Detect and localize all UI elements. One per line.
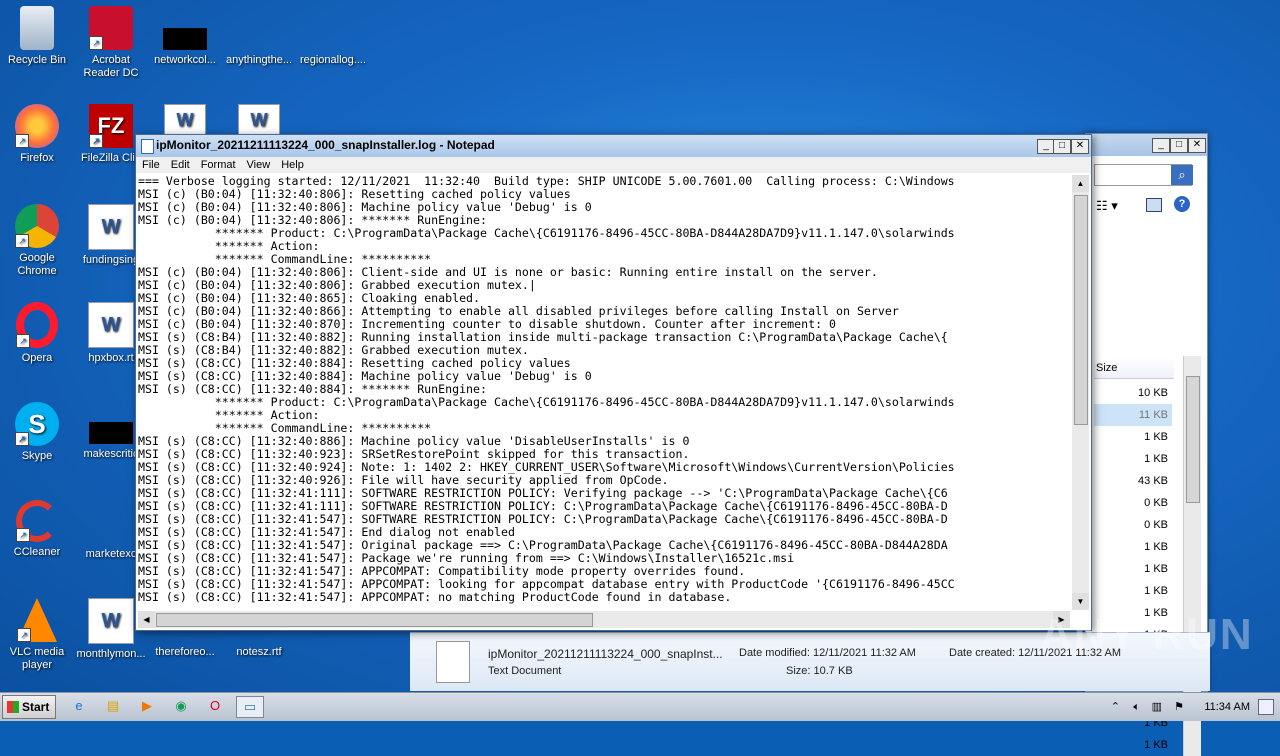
desktop-icon-chrome[interactable]: ↗ Google Chrome (0, 204, 74, 278)
minimize-button[interactable]: _ (1152, 138, 1170, 153)
file-thumbnail-icon (163, 28, 207, 50)
window-title: ipMonitor_20211211113224_000_snapInstall… (156, 138, 495, 152)
text-editor[interactable]: === Verbose logging started: 12/11/2021 … (138, 175, 1070, 608)
desktop-icon-recycle-bin[interactable]: Recycle Bin (0, 6, 74, 67)
file-thumbnail-icon (89, 422, 133, 444)
horizontal-scrollbar[interactable]: ◀ ▶ (138, 611, 1070, 628)
taskbar-media-player-icon[interactable]: ▶ (134, 696, 160, 716)
taskbar-explorer-icon[interactable]: ▤ (100, 696, 126, 716)
desktop-icon-skype[interactable]: S ↗ Skype (0, 402, 74, 463)
desktop-icon-opera[interactable]: ↗ Opera (0, 302, 74, 365)
log-line: MSI (s) (C8:CC) [11:32:41:547]: APPCOMPA… (138, 590, 732, 604)
word-document-icon: W (238, 104, 280, 136)
taskbar-chrome-icon[interactable]: ◉ (168, 696, 194, 716)
maximize-button[interactable]: □ (1170, 138, 1188, 153)
file-size-cell[interactable]: 0 KB (1094, 492, 1172, 514)
vertical-scrollbar[interactable]: ▲ ▼ (1072, 175, 1089, 610)
file-size-cell[interactable]: 10 KB (1094, 382, 1172, 404)
close-button[interactable]: ✕ (1071, 139, 1089, 154)
taskbar-notepad-icon[interactable]: ▭ (236, 696, 264, 718)
firefox-icon: ↗ (15, 104, 59, 148)
show-desktop-button[interactable] (1258, 699, 1274, 715)
help-icon[interactable]: ? (1174, 196, 1190, 212)
word-document-icon: W (88, 302, 134, 348)
watermark-logo: ANY RUN (1040, 610, 1254, 659)
network-icon[interactable]: ▥ (1152, 693, 1162, 721)
file-size-cell[interactable]: 1 KB (1094, 580, 1172, 602)
view-options-icon[interactable]: ☷ ▾ (1096, 198, 1118, 214)
desktop-icon-acrobat[interactable]: ↗ Acrobat Reader DC (74, 6, 148, 80)
notepad-titlebar[interactable]: ipMonitor_20211211113224_000_snapInstall… (136, 135, 1091, 157)
file-size-cell[interactable]: 0 KB (1094, 514, 1172, 536)
clock[interactable]: 11:34 AM (1204, 693, 1250, 721)
windows-logo-icon (7, 701, 19, 713)
file-size-cell[interactable]: 1 KB (1094, 426, 1172, 448)
file-size-cell[interactable]: 43 KB (1094, 470, 1172, 492)
file-size-cell[interactable]: 1 KB (1094, 536, 1172, 558)
menu-view[interactable]: View (247, 159, 271, 171)
taskbar-ie-icon[interactable]: e (66, 696, 92, 716)
file-thumbnail-icon (311, 6, 355, 50)
menu-bar: File Edit Format View Help (136, 157, 1091, 173)
word-document-icon: W (88, 598, 134, 644)
word-document-icon: W (164, 104, 206, 136)
taskbar-opera-icon[interactable]: O (202, 696, 228, 716)
desktop-icon-regionallog[interactable]: regionallog.... (296, 6, 370, 67)
file-thumbnail-icon (237, 6, 281, 50)
menu-format[interactable]: Format (201, 159, 236, 171)
menu-file[interactable]: File (142, 159, 160, 171)
details-filename: ipMonitor_20211211113224_000_snapInst... (488, 647, 723, 661)
vlc-icon: ↗ (17, 598, 57, 642)
scrollbar-thumb[interactable] (156, 613, 593, 627)
desktop-icon-networkcol[interactable]: networkcol... (148, 6, 222, 67)
taskbar: Start e ▤ ▶ ◉ O ▭ ⌃ 🔈︎ ▥ ⚑ 11:34 AM (0, 692, 1280, 721)
desktop-icon-vlc[interactable]: ↗ VLC media player (0, 598, 74, 672)
scrollbar-thumb[interactable] (1186, 376, 1200, 503)
details-size: Size: 10.7 KB (786, 665, 853, 677)
details-date-modified: Date modified: 12/11/2021 11:32 AM (739, 647, 916, 659)
scroll-left-icon[interactable]: ◀ (138, 611, 155, 628)
file-size-cell[interactable]: 1 KB (1094, 734, 1172, 756)
notepad-icon (141, 139, 154, 154)
explorer-titlebar[interactable]: _ □ ✕ (1086, 134, 1207, 156)
search-icon[interactable]: ⌕ (1171, 165, 1193, 185)
menu-help[interactable]: Help (281, 159, 304, 171)
maximize-button[interactable]: □ (1053, 139, 1071, 154)
chrome-icon: ↗ (15, 204, 59, 248)
word-document-icon: W (88, 204, 134, 250)
notepad-window[interactable]: ipMonitor_20211211113224_000_snapInstall… (135, 134, 1092, 631)
file-size-cell[interactable]: 1 KB (1094, 558, 1172, 580)
explorer-window[interactable]: _ □ ✕ ⌕ ☷ ▾ ? Size 10 KB 11 KB 1 KB 1 KB 43 … (1085, 133, 1208, 756)
show-hidden-icons-icon[interactable]: ⌃ (1111, 693, 1120, 721)
file-size-cell[interactable]: 11 KB (1094, 404, 1172, 426)
volume-icon[interactable]: 🔈︎ (1133, 693, 1140, 721)
opera-icon: ↗ (16, 302, 58, 348)
skype-icon: S ↗ (15, 402, 59, 446)
menu-edit[interactable]: Edit (171, 159, 190, 171)
desktop-icon-anythingthe[interactable]: anythingthe... (222, 6, 296, 67)
recycle-bin-icon (20, 6, 54, 50)
acrobat-icon: ↗ (89, 6, 133, 50)
column-header-size[interactable]: Size (1094, 358, 1174, 379)
start-button[interactable]: Start (2, 695, 56, 719)
scroll-up-icon[interactable]: ▲ (1072, 175, 1089, 192)
desktop-icon-ccleaner[interactable]: ↗ CCleaner (0, 500, 74, 559)
desktop-icon-firefox[interactable]: ↗ Firefox (0, 104, 74, 165)
start-label: Start (22, 700, 50, 714)
scrollbar-thumb[interactable] (1074, 195, 1088, 425)
filezilla-icon: FZ ↗ (89, 104, 133, 148)
details-type: Text Document (488, 665, 562, 677)
close-button[interactable]: ✕ (1188, 138, 1206, 153)
scroll-down-icon[interactable]: ▼ (1072, 593, 1089, 610)
search-input[interactable]: ⌕ (1094, 164, 1193, 186)
file-size-cell[interactable]: 1 KB (1094, 448, 1172, 470)
text-document-icon (436, 641, 470, 683)
action-center-icon[interactable]: ⚑ (1174, 693, 1184, 721)
preview-pane-icon[interactable] (1146, 198, 1162, 212)
ccleaner-icon: ↗ (16, 500, 58, 542)
file-thumbnail-icon (89, 500, 133, 544)
